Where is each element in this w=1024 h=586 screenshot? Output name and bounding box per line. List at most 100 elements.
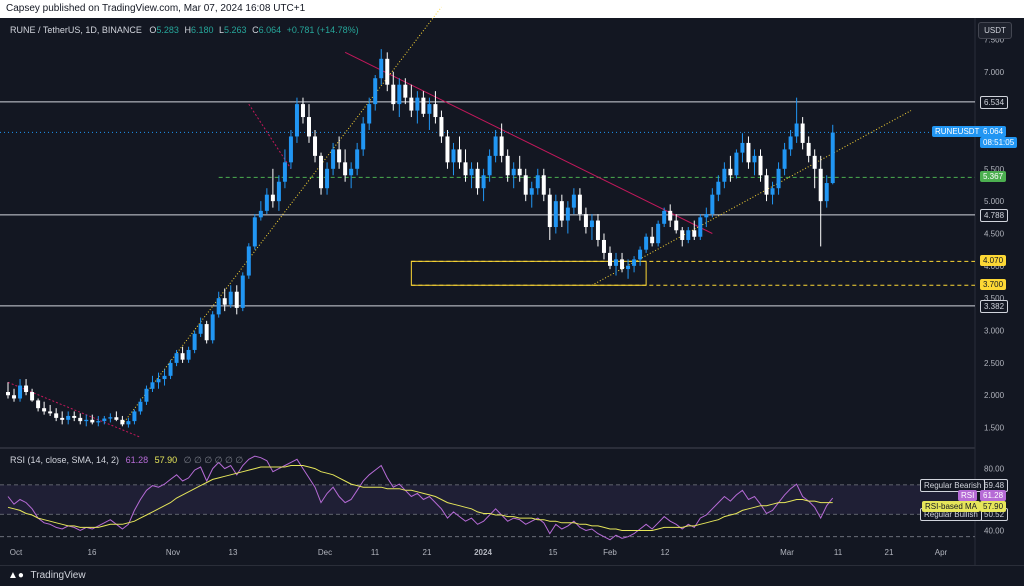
currency-button[interactable]: USDT <box>978 22 1012 39</box>
candle-body <box>186 349 191 360</box>
candle-body <box>782 149 787 169</box>
candle-body <box>325 168 330 189</box>
candle-body <box>644 236 649 250</box>
candle-body <box>313 136 318 156</box>
candle-body <box>415 97 420 111</box>
candle-body <box>379 58 384 79</box>
x-tick-label: 11 <box>834 548 843 557</box>
candle-body <box>373 78 378 105</box>
candle-body <box>589 220 594 228</box>
candle-body <box>583 214 588 228</box>
candle-body <box>794 123 799 137</box>
candle-body <box>595 220 600 240</box>
candle-body <box>806 142 811 156</box>
candle-body <box>391 84 396 105</box>
candle-body <box>337 149 342 163</box>
candle-body <box>421 97 426 114</box>
candle-body <box>662 210 667 224</box>
rsi-band <box>0 484 975 515</box>
symbol-legend: RUNE / TetherUS, 1D, BINANCE O5.283 H6.1… <box>10 25 359 35</box>
footer: ▲● TradingView <box>0 565 1024 585</box>
candle-body <box>674 220 679 231</box>
candle-body <box>216 298 221 315</box>
candle-body <box>812 155 817 169</box>
candle-body <box>18 385 23 399</box>
candle-body <box>487 155 492 176</box>
close-value: 6.064 <box>258 25 282 35</box>
candle-body <box>626 265 631 270</box>
candle-body <box>240 275 245 308</box>
price-tag: 5.367 <box>980 171 1007 183</box>
candle-body <box>228 291 233 305</box>
candle-body <box>764 175 769 195</box>
price-tick-label: 7.000 <box>984 68 1005 77</box>
candle-body <box>276 181 281 202</box>
candle-body <box>746 142 751 163</box>
candle-body <box>409 97 414 111</box>
candle-body <box>42 408 47 412</box>
candle-body <box>96 421 101 423</box>
candle-body <box>132 411 137 422</box>
candle-body <box>126 421 131 425</box>
rsi-series-name-tag: RSI <box>958 489 978 501</box>
candle-body <box>24 385 29 393</box>
rsi-series-name-tag: RSI-based MA <box>922 500 981 512</box>
candle-body <box>505 155 510 176</box>
footer-brand[interactable]: TradingView <box>31 570 86 581</box>
candle-body <box>300 104 305 118</box>
candle-body <box>180 353 185 360</box>
candle-body <box>469 168 474 176</box>
candle-body <box>481 175 486 189</box>
candle-body <box>830 132 835 184</box>
x-tick-label: Nov <box>166 548 180 557</box>
x-tick-label: 21 <box>423 548 432 557</box>
candle-body <box>222 298 227 305</box>
candle-body <box>475 168 480 189</box>
x-tick-label: 12 <box>661 548 670 557</box>
candle-body <box>162 375 167 380</box>
candle-body <box>565 207 570 221</box>
tradingview-logo-icon[interactable]: ▲● <box>8 566 24 586</box>
price-tick-label: 4.500 <box>984 230 1005 239</box>
candle-body <box>204 324 209 341</box>
candle-body <box>439 117 444 137</box>
candle-body <box>686 230 691 240</box>
rsi-value: 61.28 <box>125 455 149 465</box>
candle-body <box>385 58 390 85</box>
candle-body <box>48 411 53 414</box>
x-tick-label: 15 <box>549 548 558 557</box>
x-tick-label: Dec <box>318 548 332 557</box>
candle-body <box>252 217 257 247</box>
candle-body <box>698 217 703 237</box>
candle-body <box>535 175 540 189</box>
candle-body <box>6 392 10 396</box>
candle-body <box>511 168 516 176</box>
candle-body <box>523 175 528 195</box>
candle-body <box>264 194 269 211</box>
candle-body <box>108 417 113 419</box>
price-chart-svg[interactable]: 7.5007.0006.5006.0005.5005.0004.5004.000… <box>0 0 1024 565</box>
candle-body <box>120 419 125 425</box>
candle-body <box>722 168 727 182</box>
candle-body <box>102 418 107 422</box>
candle-body <box>457 149 462 163</box>
price-tag: 3.382 <box>980 299 1009 313</box>
candle-body <box>36 400 41 409</box>
candle-body <box>818 168 823 202</box>
price-tick-label: 2.500 <box>984 359 1005 368</box>
candle-body <box>349 168 354 176</box>
price-tag: 4.070 <box>980 255 1007 267</box>
rsi-hidden-marks: ∅ ∅ ∅ ∅ ∅ ∅ <box>183 455 244 465</box>
candle-body <box>638 249 643 260</box>
downtrend-resistance-line <box>344 51 713 234</box>
rsi-tick-label: 80.00 <box>984 465 1005 474</box>
candle-body <box>758 155 763 176</box>
candle-body <box>72 415 77 418</box>
candle-body <box>499 136 504 156</box>
candle-body <box>192 333 197 350</box>
x-tick-label: 13 <box>229 548 238 557</box>
price-tick-label: 1.500 <box>984 424 1005 433</box>
x-tick-label: 2024 <box>474 548 492 557</box>
x-tick-label: Mar <box>780 548 794 557</box>
candle-body <box>294 104 299 137</box>
